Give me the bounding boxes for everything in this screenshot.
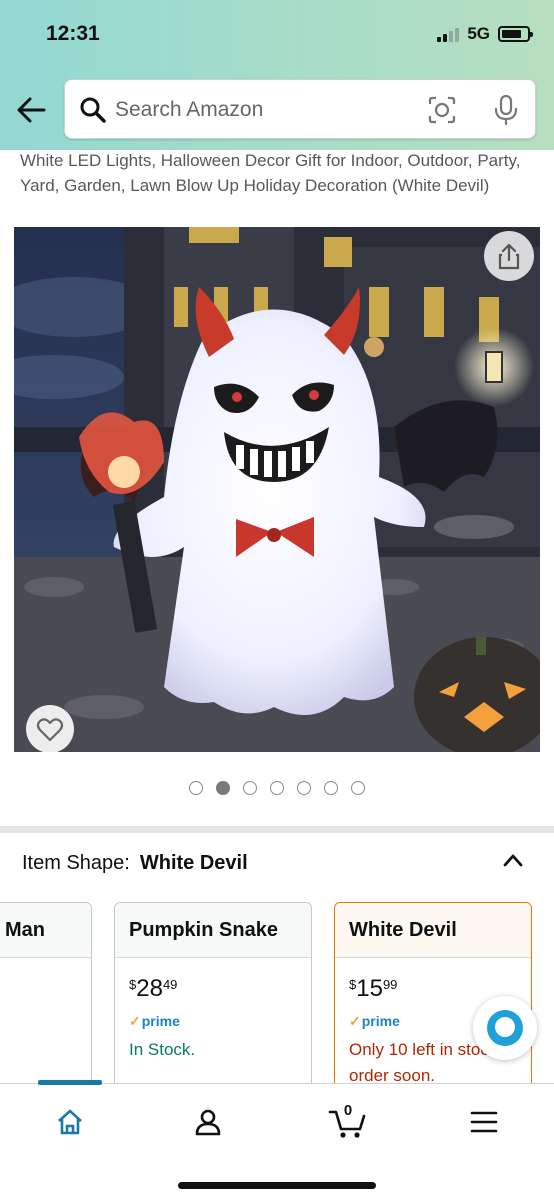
product-photo xyxy=(14,227,540,752)
variant-option-name: Man xyxy=(0,903,91,958)
variant-price: $1599 xyxy=(349,975,398,1002)
carousel-dot[interactable] xyxy=(351,781,365,795)
microphone-icon[interactable] xyxy=(491,93,521,127)
camera-scan-icon[interactable] xyxy=(427,95,457,125)
menu-icon[interactable] xyxy=(462,1102,506,1142)
prime-badge: ✓prime xyxy=(349,1013,400,1029)
carousel-dot[interactable] xyxy=(297,781,311,795)
home-indicator xyxy=(178,1182,376,1189)
signal-icon xyxy=(437,27,460,42)
section-divider xyxy=(0,826,554,833)
cart-icon[interactable]: 0 xyxy=(326,1102,370,1142)
carousel-dot[interactable] xyxy=(189,781,203,795)
bottom-nav: 0 xyxy=(0,1080,554,1200)
availability-text: In Stock. xyxy=(129,1040,196,1059)
image-carousel-dots[interactable] xyxy=(0,781,554,795)
account-icon[interactable] xyxy=(186,1102,230,1142)
variant-selected-value: White Devil xyxy=(139,852,248,874)
carousel-dot[interactable] xyxy=(270,781,284,795)
carousel-dot[interactable] xyxy=(324,781,338,795)
product-title[interactable]: White LED Lights, Halloween Decor Gift f… xyxy=(20,148,540,198)
share-icon[interactable] xyxy=(484,231,534,281)
variant-option-pumpkin-snake[interactable]: Pumpkin Snake $2849 ✓prime In Stock. xyxy=(114,902,312,1102)
battery-icon xyxy=(498,26,533,42)
variant-option-name: White Devil xyxy=(335,903,531,958)
prime-badge: ✓prime xyxy=(129,1013,180,1029)
search-bar[interactable] xyxy=(64,79,536,139)
status-time: 12:31 xyxy=(46,22,100,45)
header: 12:31 5G xyxy=(0,0,554,150)
chevron-up-icon[interactable] xyxy=(502,852,524,868)
alexa-icon[interactable] xyxy=(473,996,537,1060)
variant-label-row: Item Shape: White Devil xyxy=(22,852,248,875)
active-tab-indicator xyxy=(38,1080,102,1085)
variant-option-man[interactable]: Man xyxy=(0,902,92,1102)
variant-label: Item Shape: xyxy=(22,852,130,874)
product-image[interactable] xyxy=(14,227,540,752)
back-arrow-icon[interactable] xyxy=(14,92,50,128)
cart-count: 0 xyxy=(343,1102,353,1119)
search-icon xyxy=(79,96,107,124)
heart-icon[interactable] xyxy=(26,705,74,752)
carousel-dot[interactable] xyxy=(216,781,230,795)
variant-price: $2849 xyxy=(129,975,178,1002)
carousel-dot[interactable] xyxy=(243,781,257,795)
variant-option-name: Pumpkin Snake xyxy=(115,903,311,958)
status-icons: 5G xyxy=(437,24,533,44)
search-input[interactable] xyxy=(115,90,415,130)
home-icon[interactable] xyxy=(48,1102,92,1142)
network-label: 5G xyxy=(467,24,490,43)
